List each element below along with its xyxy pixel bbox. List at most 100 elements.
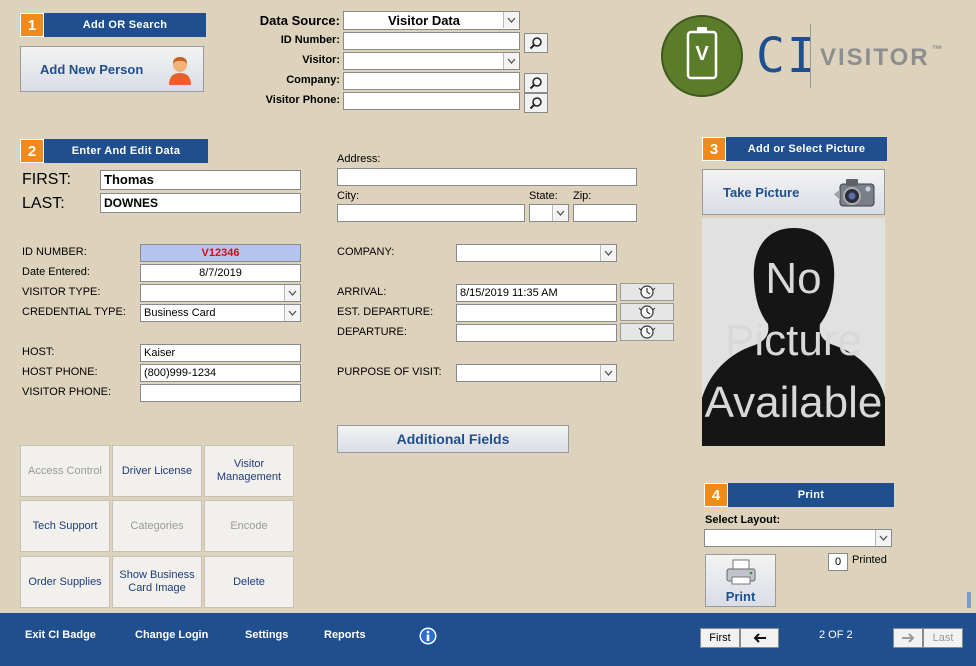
change-login-link[interactable]: Change Login [135, 629, 208, 641]
visitor-type-select[interactable] [140, 284, 301, 302]
departure-clock-button[interactable] [620, 323, 674, 341]
city-input[interactable] [337, 204, 525, 222]
search-icon [529, 97, 542, 110]
first-record-button[interactable]: First [700, 628, 740, 648]
no-picture-text: No Picture Available [704, 254, 883, 427]
grid-button-tech-support[interactable]: Tech Support [20, 500, 110, 552]
info-icon[interactable] [418, 626, 438, 649]
grid-button-driver-license[interactable]: Driver License [112, 445, 202, 497]
zip-input[interactable] [573, 204, 637, 222]
host-phone-input[interactable]: (800)999-1234 [140, 364, 301, 382]
printed-count: 0 [828, 553, 848, 571]
grid-button-categories[interactable]: Categories [112, 500, 202, 552]
data-source-label: Data Source: [259, 13, 340, 28]
ci-visitor-logo: V CI VISITOR ™ [660, 14, 970, 98]
section-number: 3 [702, 137, 726, 161]
last-record-button[interactable]: Last [923, 628, 963, 648]
no-picture-placeholder[interactable]: No Picture Available [702, 218, 885, 446]
purpose-of-visit-label: PURPOSE OF VISIT: [337, 366, 442, 378]
add-new-person-button[interactable]: Add New Person [20, 46, 204, 92]
id-number-search-input[interactable] [343, 32, 520, 50]
logo-ci-text: CI [756, 28, 818, 84]
first-label: First [709, 632, 731, 644]
chevron-down-icon[interactable] [600, 245, 616, 261]
add-new-person-label: Add New Person [40, 61, 144, 77]
host-input[interactable]: Kaiser [140, 344, 301, 362]
est-departure-clock-button[interactable] [620, 303, 674, 321]
grid-button-delete[interactable]: Delete [204, 556, 294, 608]
settings-link[interactable]: Settings [245, 629, 288, 641]
id-number-field: V12346 [140, 244, 301, 262]
exit-link[interactable]: Exit CI Badge [25, 629, 96, 641]
arrival-label: ARRIVAL: [337, 286, 387, 298]
chevron-down-icon[interactable] [284, 285, 300, 301]
company-select[interactable] [456, 244, 617, 262]
host-label: HOST: [22, 346, 55, 358]
departure-input[interactable] [456, 324, 617, 342]
grid-button-encode[interactable]: Encode [204, 500, 294, 552]
id-search-button[interactable] [524, 33, 548, 53]
phone-search-button[interactable] [524, 93, 548, 113]
arrival-input[interactable]: 8/15/2019 11:35 AM [456, 284, 617, 302]
previous-record-button[interactable] [740, 628, 779, 648]
purpose-of-visit-select[interactable] [456, 364, 617, 382]
layout-select[interactable] [704, 529, 892, 547]
clock-icon [638, 325, 656, 339]
select-layout-label: Select Layout: [705, 514, 781, 526]
printer-icon [726, 559, 756, 585]
chevron-down-icon[interactable] [284, 305, 300, 321]
arrival-clock-button[interactable] [620, 283, 674, 301]
visitor-search-select[interactable] [343, 52, 520, 70]
reports-link[interactable]: Reports [324, 629, 366, 641]
grid-button-order-supplies[interactable]: Order Supplies [20, 556, 110, 608]
data-source-value: Visitor Data [387, 13, 460, 28]
chevron-down-icon[interactable] [875, 530, 891, 546]
print-button[interactable]: Print [705, 554, 776, 607]
data-source-select[interactable]: Visitor Data [343, 11, 520, 30]
company-field-label: COMPANY: [337, 246, 395, 258]
arrow-right-icon [902, 633, 915, 643]
arrow-left-icon [753, 633, 766, 643]
company-search-input[interactable] [343, 72, 520, 90]
state-select[interactable] [529, 204, 569, 222]
address-input[interactable] [337, 168, 637, 186]
last-name-input[interactable]: DOWNES [100, 193, 301, 213]
credential-type-value: Business Card [144, 307, 216, 319]
credential-type-label: CREDENTIAL TYPE: [22, 306, 126, 318]
est-departure-input[interactable] [456, 304, 617, 322]
clock-icon [638, 305, 656, 319]
take-picture-button[interactable]: Take Picture [702, 169, 885, 215]
next-record-button[interactable] [893, 628, 923, 648]
host-phone-label: HOST PHONE: [22, 366, 98, 378]
last-label: Last [932, 632, 954, 644]
search-icon [529, 37, 542, 50]
search-icon [529, 77, 542, 90]
scroll-marker [967, 592, 971, 608]
first-name-label: FIRST: [22, 171, 71, 188]
first-name-input[interactable]: Thomas [100, 170, 301, 190]
chevron-down-icon[interactable] [503, 53, 519, 69]
est-departure-label: EST. DEPARTURE: [337, 306, 434, 318]
chevron-down-icon[interactable] [600, 365, 616, 381]
chevron-down-icon[interactable] [552, 205, 568, 221]
additional-fields-button[interactable]: Additional Fields [337, 425, 569, 453]
grid-button-show-business-card-image[interactable]: Show Business Card Image [112, 556, 202, 608]
section-title: Add or Select Picture [747, 143, 866, 155]
grid-button-visitor-management[interactable]: Visitor Management [204, 445, 294, 497]
section-2-header: 2 Enter And Edit Data [20, 139, 208, 163]
grid-button-access-control[interactable]: Access Control [20, 445, 110, 497]
section-title: Enter And Edit Data [71, 145, 181, 157]
visitor-phone-input[interactable] [140, 384, 301, 402]
section-title: Add OR Search [82, 19, 168, 31]
id-number-label: ID Number: [280, 34, 340, 46]
id-number-field-label: ID NUMBER: [22, 246, 87, 258]
company-search-button[interactable] [524, 73, 548, 93]
section-title: Print [797, 489, 825, 501]
clock-icon [638, 285, 656, 299]
date-entered-field[interactable]: 8/7/2019 [140, 264, 301, 282]
chevron-down-icon[interactable] [503, 12, 519, 28]
credential-type-select[interactable]: Business Card [140, 304, 301, 322]
section-4-header: 4 Print [704, 483, 894, 507]
record-position: 2 OF 2 [819, 629, 853, 641]
visitor-phone-search-input[interactable] [343, 92, 520, 110]
